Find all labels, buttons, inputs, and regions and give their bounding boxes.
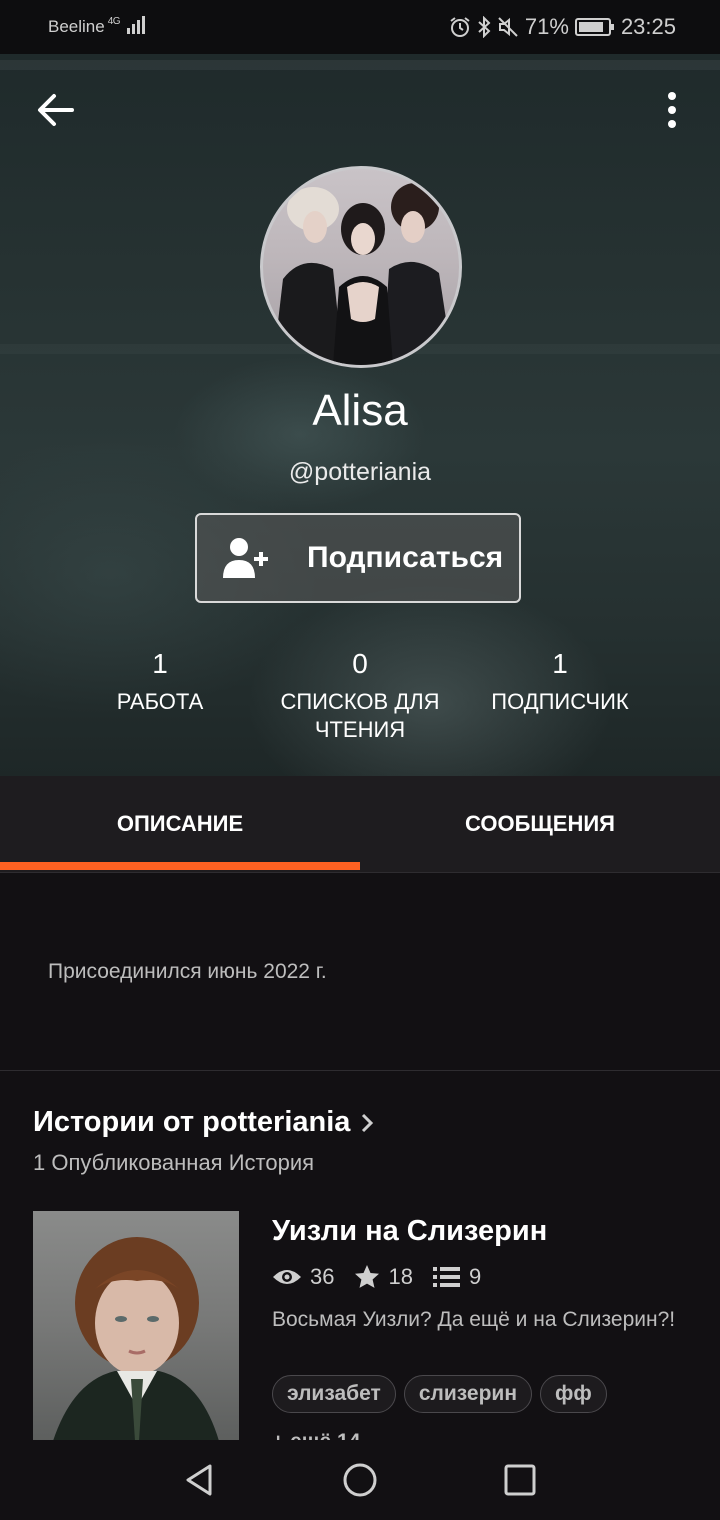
carrier: Beeline 4G bbox=[48, 16, 145, 37]
reads-count: 36 bbox=[310, 1264, 335, 1289]
story-tags: элизабет слизерин фф bbox=[272, 1375, 607, 1413]
mute-icon bbox=[498, 17, 518, 37]
tag-chip[interactable]: элизабет bbox=[272, 1375, 396, 1413]
stat-reading-lists[interactable]: 0 СПИСКОВ ДЛЯ ЧТЕНИЯ bbox=[250, 648, 470, 744]
stat-works-value: 1 bbox=[152, 648, 168, 679]
alarm-icon bbox=[450, 17, 470, 37]
stories-section-title[interactable]: Истории от potteriania bbox=[33, 1106, 374, 1139]
stat-works-label: РАБОТА bbox=[116, 689, 204, 714]
tab-about[interactable]: ОПИСАНИЕ bbox=[0, 776, 360, 872]
parts-stat: 9 bbox=[432, 1264, 482, 1290]
add-user-icon bbox=[223, 538, 268, 578]
nav-back-icon[interactable] bbox=[180, 1460, 220, 1500]
stories-title-text: Истории от potteriania bbox=[33, 1106, 351, 1138]
stat-followers-value: 1 bbox=[552, 648, 568, 679]
tag-chip[interactable]: фф bbox=[540, 1375, 607, 1413]
stat-reading-lists-label: СПИСКОВ ДЛЯ ЧТЕНИЯ bbox=[250, 688, 470, 744]
story-title[interactable]: Уизли на Слизерин bbox=[272, 1215, 547, 1248]
battery-icon bbox=[574, 18, 614, 36]
stat-followers-label: ПОДПИСЧИК bbox=[491, 689, 629, 714]
story-cover[interactable] bbox=[33, 1211, 239, 1441]
signal-icon bbox=[126, 16, 145, 34]
more-options-icon[interactable] bbox=[650, 88, 694, 132]
stat-reading-lists-value: 0 bbox=[352, 648, 368, 679]
carrier-name: Beeline bbox=[48, 17, 105, 36]
active-tab-indicator bbox=[0, 862, 360, 870]
tag-chip[interactable]: слизерин bbox=[403, 1375, 533, 1413]
follow-button[interactable]: Подписаться bbox=[195, 513, 521, 603]
stat-works[interactable]: 1 РАБОТА bbox=[50, 648, 270, 716]
bluetooth-icon bbox=[478, 16, 491, 38]
avatar bbox=[260, 166, 462, 368]
joined-date: Присоединился июнь 2022 г. bbox=[48, 960, 327, 983]
system-nav-bar bbox=[0, 1440, 720, 1520]
nav-recents-icon[interactable] bbox=[500, 1460, 540, 1500]
tab-messages[interactable]: СООБЩЕНИЯ bbox=[360, 776, 720, 872]
story-description: Восьмая Уизли? Да ещё и на Слизерин?! bbox=[272, 1308, 676, 1331]
follow-label: Подписаться bbox=[307, 541, 504, 574]
eye-icon bbox=[273, 1270, 301, 1284]
network-type: 4G bbox=[107, 16, 121, 27]
stories-count: 1 Опубликованная История bbox=[33, 1150, 315, 1175]
stat-followers[interactable]: 1 ПОДПИСЧИК bbox=[450, 648, 670, 716]
stat-reading-lists-label-line1: СПИСКОВ ДЛЯ bbox=[280, 689, 440, 714]
star-icon bbox=[355, 1265, 380, 1288]
back-arrow-icon[interactable] bbox=[32, 88, 80, 132]
status-right: 71% 23:25 bbox=[449, 14, 676, 40]
tab-bar: ОПИСАНИЕ СООБЩЕНИЯ bbox=[0, 776, 720, 873]
votes-count: 18 bbox=[388, 1264, 413, 1289]
nav-home-icon[interactable] bbox=[340, 1460, 380, 1500]
section-divider bbox=[0, 1070, 720, 1071]
chevron-right-icon bbox=[362, 1113, 374, 1132]
parts-count: 9 bbox=[468, 1264, 482, 1289]
display-name: Alisa bbox=[312, 386, 408, 435]
clock: 23:25 bbox=[620, 14, 676, 39]
more-tags-link[interactable]: + ещё 14 bbox=[272, 1430, 360, 1440]
stat-reading-lists-label-line2: ЧТЕНИЯ bbox=[314, 717, 406, 742]
votes-stat: 18 bbox=[354, 1264, 413, 1290]
list-icon bbox=[432, 1267, 460, 1287]
reads-stat: 36 bbox=[272, 1264, 334, 1290]
username: @potteriania bbox=[288, 458, 432, 486]
battery-percent: 71% bbox=[524, 14, 569, 39]
story-stats: 36 18 9 bbox=[272, 1264, 501, 1290]
